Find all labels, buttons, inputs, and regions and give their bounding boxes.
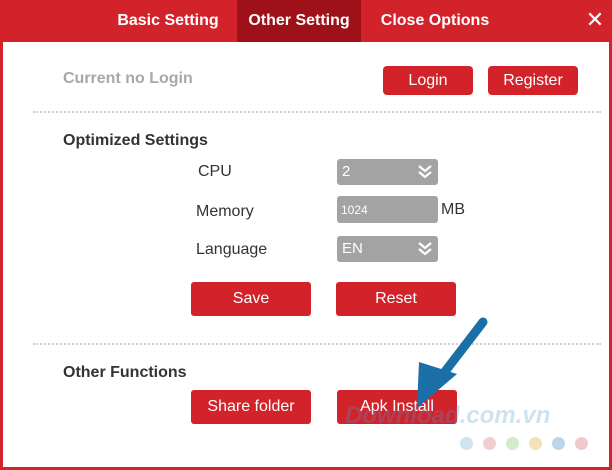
- register-button[interactable]: Register: [488, 66, 578, 95]
- optimized-settings-title: Optimized Settings: [63, 132, 208, 149]
- login-button[interactable]: Login: [383, 66, 473, 95]
- watermark-dot: [575, 437, 588, 450]
- tab-basic-setting[interactable]: Basic Setting: [103, 0, 233, 42]
- language-select[interactable]: EN: [337, 236, 438, 262]
- reset-button[interactable]: Reset: [336, 282, 456, 316]
- watermark-dot: [460, 437, 473, 450]
- settings-window: Basic Setting Other Setting Close Option…: [0, 0, 612, 470]
- save-button[interactable]: Save: [191, 282, 311, 316]
- double-chevron-down-icon: [418, 242, 432, 256]
- divider-bottom: [33, 343, 601, 345]
- other-functions-title: Other Functions: [63, 364, 187, 381]
- title-bar: Basic Setting Other Setting Close Option…: [3, 0, 612, 42]
- watermark-dot: [552, 437, 565, 450]
- language-select-value: EN: [342, 240, 363, 257]
- divider-top: [33, 111, 601, 113]
- watermark-dots: [460, 437, 598, 451]
- watermark-dot: [506, 437, 519, 450]
- watermark-dot: [483, 437, 496, 450]
- share-folder-button[interactable]: Share folder: [191, 390, 311, 424]
- cpu-label: CPU: [198, 163, 232, 180]
- memory-label: Memory: [196, 203, 254, 220]
- tab-other-setting[interactable]: Other Setting: [237, 0, 361, 42]
- tab-close-options[interactable]: Close Options: [365, 0, 505, 42]
- cpu-select-value: 2: [342, 163, 351, 180]
- login-status: Current no Login: [63, 70, 193, 87]
- memory-unit: MB: [441, 201, 465, 218]
- watermark-logo: Download.com.vn: [345, 402, 551, 429]
- close-icon[interactable]: ✕: [581, 6, 609, 34]
- language-label: Language: [196, 241, 268, 258]
- watermark-dot: [529, 437, 542, 450]
- memory-input[interactable]: [337, 196, 438, 223]
- cpu-select[interactable]: 2: [337, 159, 438, 185]
- double-chevron-down-icon: [418, 165, 432, 179]
